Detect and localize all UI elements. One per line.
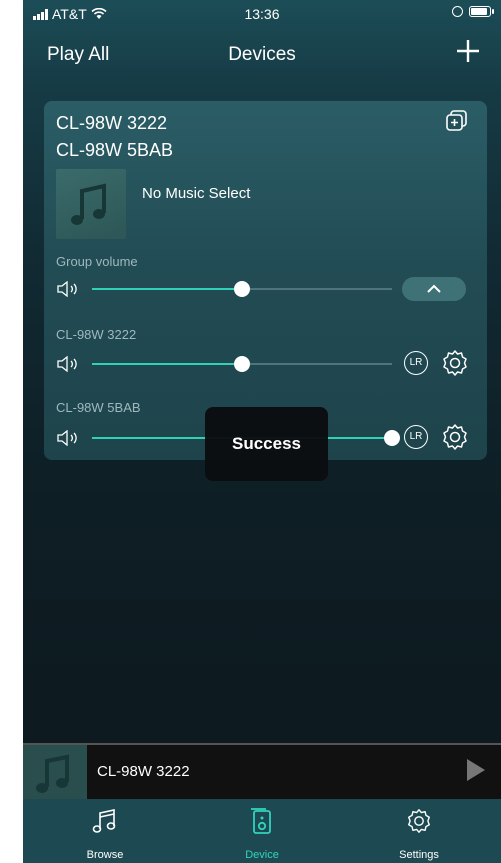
group-device-name: CL-98W 5BAB: [56, 140, 174, 160]
speaker-volume-icon: [57, 430, 77, 446]
status-bar: AT&T 13:36: [23, 0, 501, 28]
music-note-icon: [71, 183, 106, 225]
ungroup-icon[interactable]: [445, 109, 469, 133]
gear-icon[interactable]: [440, 348, 470, 378]
slider-thumb[interactable]: [234, 281, 250, 297]
slider-thumb[interactable]: [384, 430, 400, 446]
group-device-name: CL-98W 3222: [56, 113, 168, 133]
device-name-label: CL-98W 3222: [56, 327, 137, 342]
page-title: Devices: [228, 44, 296, 65]
status-right: [452, 6, 494, 17]
mini-player-artwork: [23, 745, 87, 799]
orientation-lock-icon: [452, 6, 463, 17]
nav-bar: Play All Devices: [23, 28, 501, 80]
mini-player[interactable]: CL-98W 3222: [23, 743, 501, 799]
speaker-icon: [251, 808, 271, 834]
group-volume-slider[interactable]: [92, 281, 392, 297]
battery-icon: [469, 6, 494, 17]
play-icon[interactable]: [467, 759, 485, 781]
mini-player-device: CL-98W 3222: [97, 763, 190, 780]
tab-bar: Browse Device Settings: [23, 799, 501, 863]
tab-device[interactable]: Device: [202, 799, 322, 863]
slider-thumb[interactable]: [234, 356, 250, 372]
music-note-icon: [92, 809, 116, 833]
group-volume-label: Group volume: [56, 254, 138, 269]
gear-icon: [408, 809, 430, 833]
tab-label: Settings: [399, 849, 439, 861]
album-artwork: [56, 169, 126, 239]
channel-lr-button[interactable]: LR: [404, 351, 428, 375]
plus-icon[interactable]: [455, 38, 481, 64]
gear-icon[interactable]: [440, 422, 470, 452]
channel-lr-button[interactable]: LR: [404, 425, 428, 449]
speaker-volume-icon: [57, 281, 77, 297]
device-name-label: CL-98W 5BAB: [56, 400, 141, 415]
now-playing-text: No Music Select: [142, 185, 251, 202]
speaker-volume-icon: [57, 356, 77, 372]
device-volume-slider[interactable]: [92, 356, 392, 372]
tab-settings[interactable]: Settings: [359, 799, 479, 863]
collapse-button[interactable]: [402, 277, 466, 301]
music-note-icon: [36, 754, 69, 793]
tab-label: Browse: [86, 849, 124, 861]
device-volume-row: LR: [56, 350, 476, 376]
status-time: 13:36: [244, 6, 280, 22]
success-toast: Success: [205, 407, 328, 481]
app-screen: AT&T 13:36 Play All Devices CL-98W 3222 …: [23, 0, 501, 863]
tab-label: Device: [245, 849, 279, 861]
group-volume-row: [56, 277, 476, 301]
tab-browse[interactable]: Browse: [45, 799, 165, 863]
chevron-up-icon: [427, 284, 441, 293]
